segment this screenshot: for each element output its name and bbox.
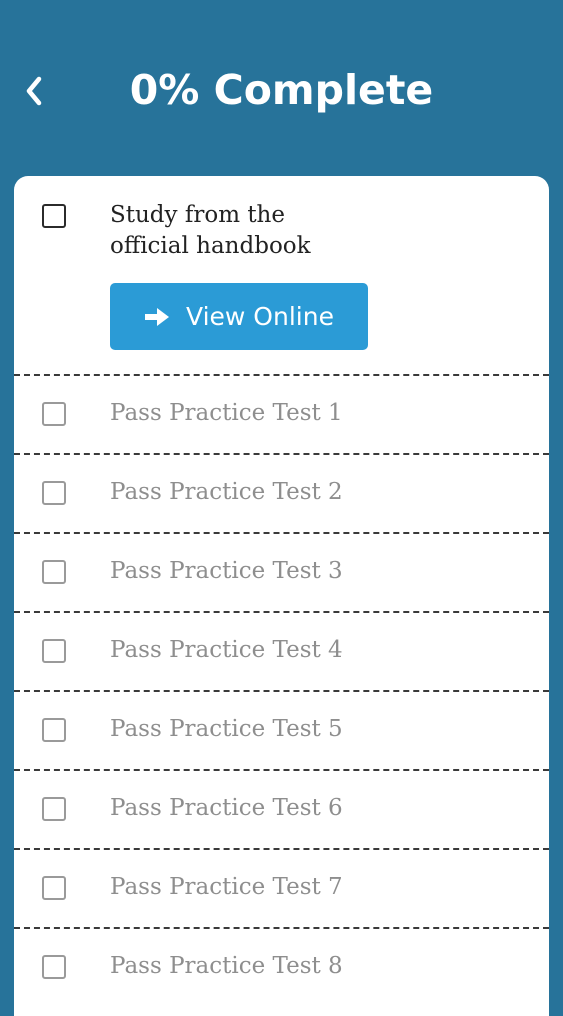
- task-checkbox[interactable]: [42, 402, 66, 426]
- task-label: Pass Practice Test 1: [110, 400, 343, 426]
- task-item[interactable]: Pass Practice Test 8: [14, 929, 549, 1006]
- task-label: Pass Practice Test 8: [110, 953, 343, 979]
- task-label: Pass Practice Test 3: [110, 558, 343, 584]
- task-item[interactable]: Pass Practice Test 1: [14, 376, 549, 453]
- task-item[interactable]: Pass Practice Test 5: [14, 692, 549, 769]
- header: 0% Complete: [0, 0, 563, 176]
- task-checkbox[interactable]: [42, 481, 66, 505]
- task-label: Study from the official handbook: [110, 202, 311, 259]
- task-item[interactable]: Pass Practice Test 7: [14, 850, 549, 927]
- arrow-right-icon: [145, 307, 170, 326]
- task-label: Pass Practice Test 4: [110, 637, 343, 663]
- task-checkbox[interactable]: [42, 639, 66, 663]
- view-online-button[interactable]: View Online: [110, 283, 368, 350]
- task-checkbox[interactable]: [42, 560, 66, 584]
- task-list-card: Study from the official handbook View On…: [14, 176, 549, 1016]
- task-label: Pass Practice Test 5: [110, 716, 343, 742]
- task-checkbox[interactable]: [42, 718, 66, 742]
- task-label: Pass Practice Test 7: [110, 874, 343, 900]
- task-checkbox[interactable]: [42, 876, 66, 900]
- page-title: 0% Complete: [129, 66, 434, 114]
- task-label: Pass Practice Test 6: [110, 795, 343, 821]
- task-item[interactable]: Pass Practice Test 4: [14, 613, 549, 690]
- view-online-label: View Online: [186, 302, 334, 331]
- task-item-handbook: Study from the official handbook View On…: [14, 176, 549, 374]
- task-label: Pass Practice Test 2: [110, 479, 343, 505]
- task-checkbox[interactable]: [42, 955, 66, 979]
- task-item[interactable]: Pass Practice Test 3: [14, 534, 549, 611]
- task-item[interactable]: Pass Practice Test 2: [14, 455, 549, 532]
- task-checkbox[interactable]: [42, 204, 66, 228]
- task-checkbox[interactable]: [42, 797, 66, 821]
- task-item[interactable]: Pass Practice Test 6: [14, 771, 549, 848]
